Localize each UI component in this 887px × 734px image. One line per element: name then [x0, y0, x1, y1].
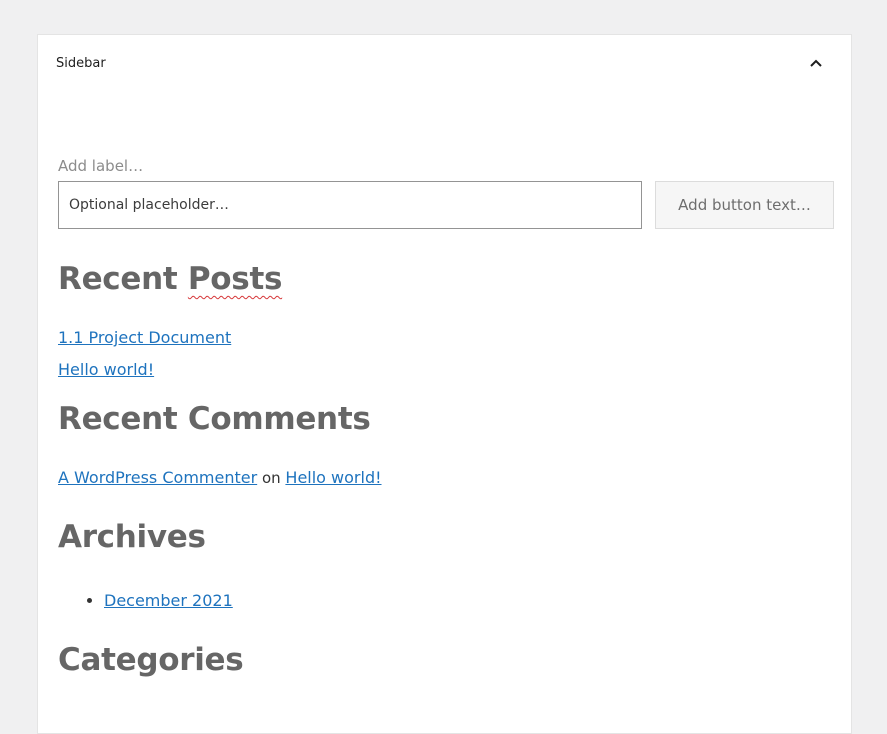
- recent-posts-heading-part2: Posts: [187, 261, 283, 297]
- categories-heading: Categories: [58, 642, 244, 678]
- recent-comments-heading: Recent Comments: [58, 401, 371, 437]
- recent-posts-heading: Recent Posts: [58, 261, 834, 297]
- panel-header[interactable]: Sidebar: [38, 35, 851, 91]
- list-item: A WordPress Commenter on Hello world!: [58, 467, 834, 489]
- recent-comments-list: A WordPress Commenter on Hello world!: [58, 467, 834, 489]
- comment-author-link[interactable]: A WordPress Commenter: [58, 468, 257, 487]
- sidebar-panel: Sidebar Add label… Add button text… Rece…: [37, 34, 852, 734]
- recent-posts-heading-part1: Recent: [58, 261, 188, 297]
- search-input[interactable]: [58, 181, 642, 229]
- collapse-toggle-button[interactable]: [806, 53, 826, 73]
- list-item: Hello world!: [58, 359, 834, 391]
- widgets-content: Add label… Add button text… Recent Posts…: [58, 155, 834, 678]
- chevron-up-icon: [810, 59, 822, 67]
- archives-list: December 2021: [58, 590, 834, 612]
- comment-post-link[interactable]: Hello world!: [285, 468, 381, 487]
- search-row: Add button text…: [58, 181, 834, 229]
- list-item: December 2021: [104, 590, 834, 612]
- search-label[interactable]: Add label…: [58, 155, 834, 177]
- list-item: 1.1 Project Document: [58, 327, 834, 359]
- archives-heading: Archives: [58, 519, 206, 555]
- recent-post-link[interactable]: Hello world!: [58, 360, 154, 379]
- panel-title: Sidebar: [56, 55, 106, 71]
- recent-post-link[interactable]: 1.1 Project Document: [58, 328, 231, 347]
- search-button[interactable]: Add button text…: [655, 181, 834, 229]
- recent-posts-list: 1.1 Project Document Hello world!: [58, 327, 834, 391]
- archive-link[interactable]: December 2021: [104, 591, 233, 610]
- comment-connector: on: [257, 469, 286, 487]
